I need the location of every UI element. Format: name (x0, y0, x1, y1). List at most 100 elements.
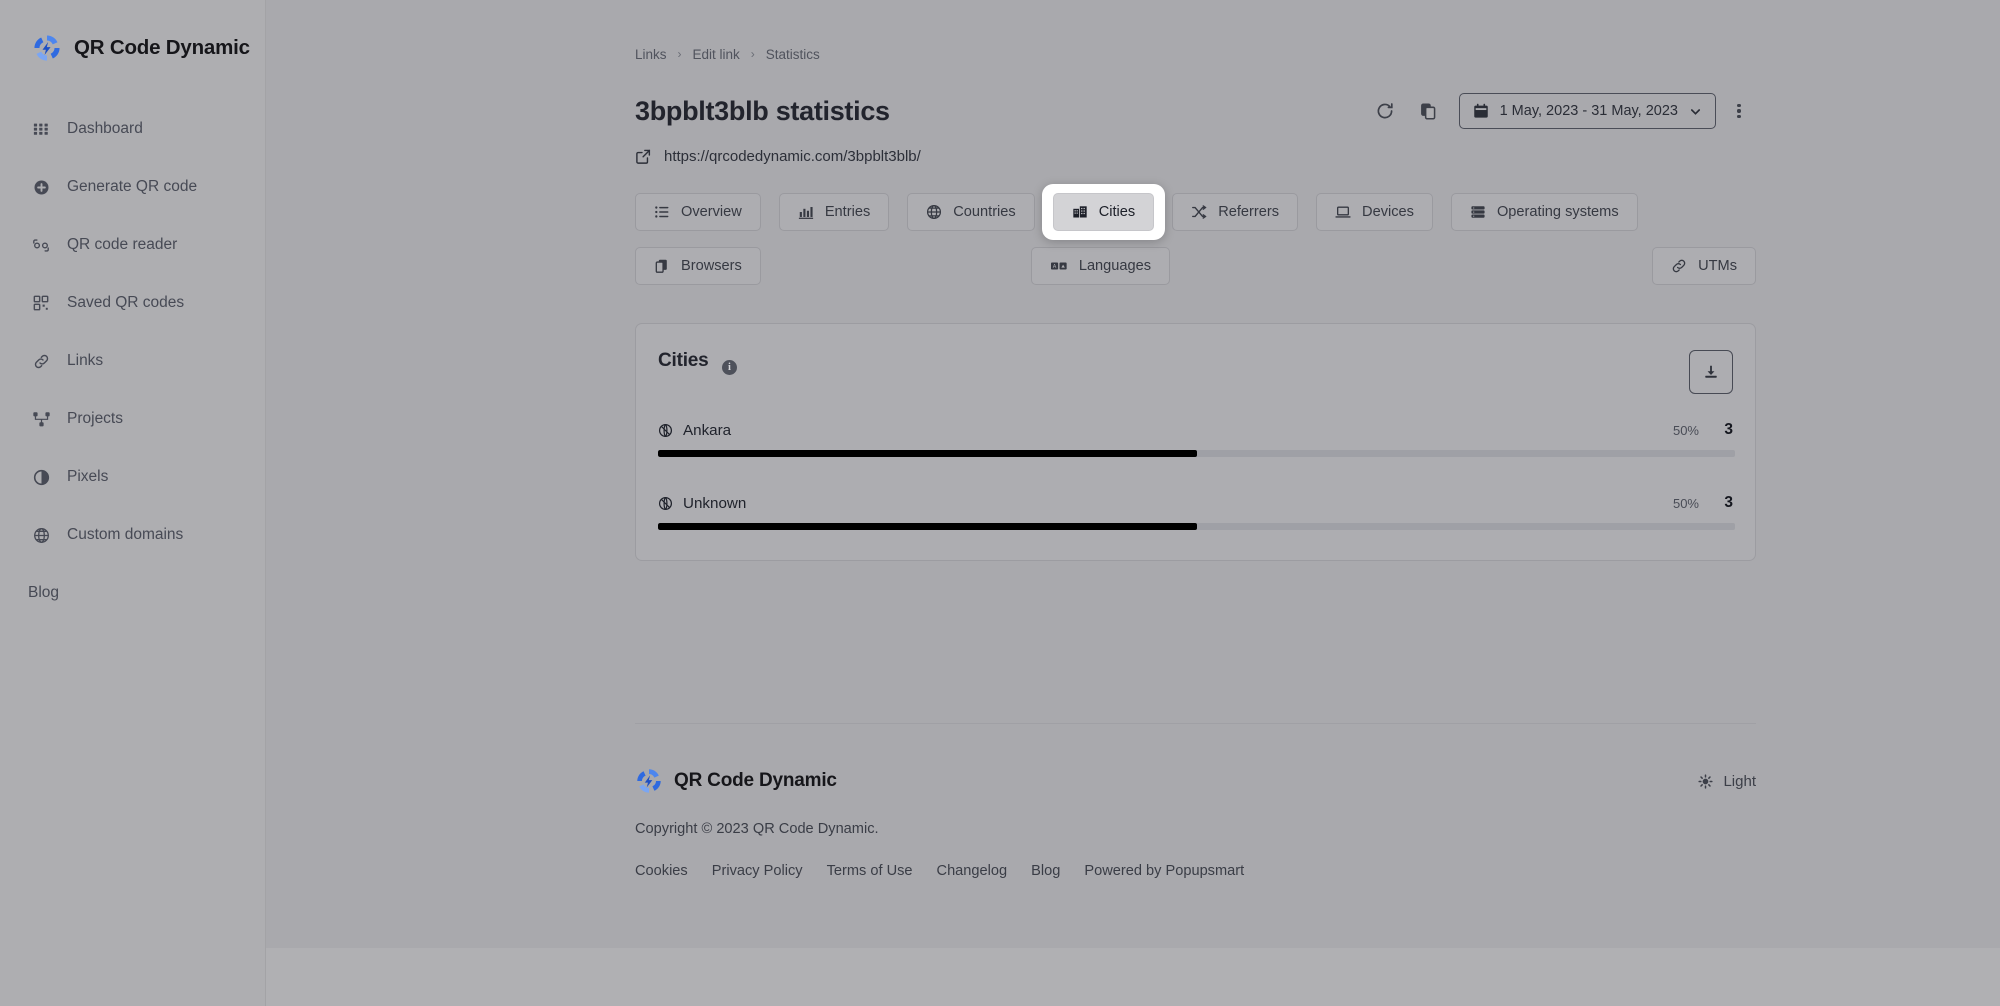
sidebar-item-blog[interactable]: Blog (0, 564, 265, 622)
title-actions: 1 May, 2023 - 31 May, 2023 (1363, 91, 1756, 131)
sidebar-item-label: Saved QR codes (67, 294, 185, 311)
sidebar-item-projects[interactable]: Projects (0, 390, 265, 448)
app-root: QR Code Dynamic Dashboard Generate QR co… (0, 0, 2000, 1006)
sidebar-item-generate-qr-code[interactable]: Generate QR code (0, 158, 265, 216)
footer-link-privacy-policy[interactable]: Privacy Policy (712, 863, 803, 879)
svg-text:A: A (1053, 264, 1057, 270)
shuffle-icon (1191, 204, 1207, 220)
footer-link-terms-of-use[interactable]: Terms of Use (827, 863, 913, 879)
cities-card: Cities i Ankara 50% 3 Unknown 50% 3 (635, 323, 1756, 561)
city-name: Ankara (683, 421, 732, 439)
half-circle-icon (32, 468, 50, 486)
sidebar: QR Code Dynamic Dashboard Generate QR co… (0, 0, 266, 1006)
scan-icon (32, 236, 50, 254)
tab-label: Cities (1098, 204, 1136, 220)
city-percent: 50% (1672, 495, 1699, 511)
refresh-icon (1375, 101, 1395, 121)
tab-label: UTMs (1698, 258, 1737, 274)
cities-stat-list: Ankara 50% 3 Unknown 50% 3 (658, 416, 1735, 530)
globe-icon (32, 526, 50, 544)
info-icon[interactable]: i (722, 360, 737, 375)
sidebar-item-label: Pixels (67, 468, 109, 485)
city-progress-fill (658, 523, 1197, 530)
calendar-icon (1473, 103, 1489, 119)
link-icon (32, 352, 50, 370)
main-area: Links › Edit link › Statistics 3bpblt3bl… (266, 0, 2000, 1006)
sitemap-icon (32, 410, 50, 428)
tab-label: Overview (681, 204, 742, 220)
server-icon (1470, 204, 1486, 220)
title-row: 3bpblt3blb statistics 1 May, 2023 - 31 M… (635, 91, 1756, 131)
content-wrapper: Links › Edit link › Statistics 3bpblt3bl… (635, 44, 1756, 879)
footer-link-cookies[interactable]: Cookies (635, 863, 688, 879)
sidebar-item-label: Projects (67, 410, 123, 427)
tab-overview[interactable]: Overview (635, 193, 761, 231)
buildings-icon (1072, 204, 1088, 220)
page-content: Links › Edit link › Statistics 3bpblt3bl… (266, 0, 2000, 879)
tab-languages[interactable]: A Languages (1030, 247, 1171, 285)
sidebar-item-saved-qr-codes[interactable]: Saved QR codes (0, 274, 265, 332)
sidebar-item-dashboard[interactable]: Dashboard (0, 100, 265, 158)
sidebar-item-label: Links (67, 352, 104, 369)
list-icon (654, 204, 670, 220)
cities-stat-row-top: Ankara 50% 3 (658, 421, 1733, 439)
breadcrumb-item-edit-link[interactable]: Edit link (693, 47, 740, 62)
tab-referrers[interactable]: Referrers (1172, 193, 1299, 231)
footer: QR Code Dynamic Light Copyright © 2023 Q… (635, 724, 1756, 879)
sidebar-item-label: Blog (28, 584, 60, 601)
sidebar-brand[interactable]: QR Code Dynamic (0, 0, 265, 74)
tab-browsers[interactable]: Browsers (635, 247, 761, 285)
date-range-picker[interactable]: 1 May, 2023 - 31 May, 2023 (1458, 93, 1716, 129)
chevron-down-icon (1689, 105, 1702, 118)
cities-stat-row: Unknown 50% 3 (658, 489, 1735, 530)
sidebar-item-custom-domains[interactable]: Custom domains (0, 506, 265, 564)
footer-link-changelog[interactable]: Changelog (937, 863, 1008, 879)
sidebar-item-label: Dashboard (67, 120, 143, 137)
tab-cities-spotlight: Cities (1041, 184, 1166, 240)
sidebar-item-label: QR code reader (67, 236, 178, 253)
theme-toggle[interactable]: Light (1698, 773, 1756, 790)
city-label-group: Unknown (658, 495, 746, 512)
globe-pin-icon (658, 496, 673, 511)
copy-button[interactable] (1407, 91, 1451, 131)
city-progress-fill (658, 450, 1197, 457)
tab-label: Browsers (681, 258, 742, 274)
footer-top: QR Code Dynamic Light (635, 767, 1756, 795)
footer-link-powered-by-popupsmart[interactable]: Powered by Popupsmart (1084, 863, 1244, 879)
city-percent: 50% (1672, 422, 1699, 438)
footer-brand-label: QR Code Dynamic (674, 770, 837, 791)
tab-operating-systems[interactable]: Operating systems (1450, 193, 1638, 231)
bar-chart-icon (798, 204, 814, 220)
tab-label: Referrers (1218, 204, 1280, 220)
footer-link-blog[interactable]: Blog (1031, 863, 1060, 879)
external-link-icon (635, 148, 652, 165)
plus-circle-icon (32, 178, 50, 196)
sun-icon (1698, 773, 1714, 789)
breadcrumb-item-statistics[interactable]: Statistics (766, 47, 820, 62)
translate-icon: A (1050, 258, 1068, 274)
sidebar-item-qr-code-reader[interactable]: QR code reader (0, 216, 265, 274)
laptop-icon (1335, 204, 1351, 220)
sidebar-item-pixels[interactable]: Pixels (0, 448, 265, 506)
tab-label: Countries (953, 204, 1016, 220)
refresh-button[interactable] (1363, 91, 1407, 131)
globe-pin-icon (658, 423, 673, 438)
tab-devices[interactable]: Devices (1316, 193, 1433, 231)
tab-cities[interactable]: Cities (1052, 193, 1155, 231)
tab-countries[interactable]: Countries (907, 193, 1035, 231)
short-link-row[interactable]: https://qrcodedynamic.com/3bpblt3blb/ (635, 148, 1756, 165)
city-label-group: Ankara (658, 422, 731, 439)
footer-links: Cookies Privacy Policy Terms of Use Chan… (635, 863, 1756, 879)
globe-icon (926, 204, 942, 220)
breadcrumb-item-links[interactable]: Links (635, 47, 667, 62)
page-title: 3bpblt3blb statistics (635, 95, 890, 126)
download-button[interactable] (1689, 350, 1733, 394)
sidebar-item-links[interactable]: Links (0, 332, 265, 390)
city-progress-track (658, 450, 1735, 457)
more-options-button[interactable] (1722, 91, 1756, 131)
tab-utms[interactable]: UTMs (1652, 247, 1756, 285)
footer-brand[interactable]: QR Code Dynamic (635, 767, 837, 795)
date-range-value: 1 May, 2023 - 31 May, 2023 (1499, 103, 1678, 119)
tab-entries[interactable]: Entries (778, 193, 890, 231)
cities-stat-row-top: Unknown 50% 3 (658, 494, 1733, 512)
